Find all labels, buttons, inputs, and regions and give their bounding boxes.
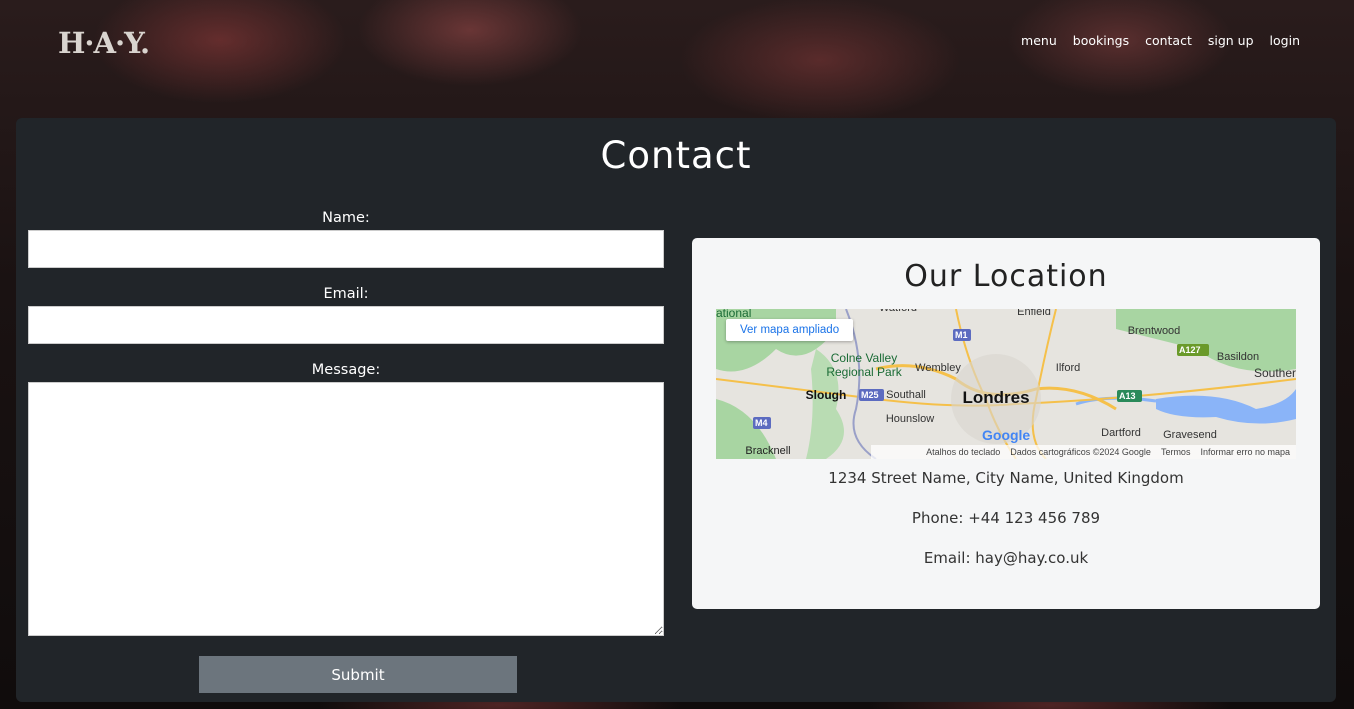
svg-text:A13: A13 [1119, 391, 1136, 401]
map-footer: Atalhos do teclado Dados cartográficos ©… [871, 445, 1296, 459]
map-place-label: Colne Valley [831, 351, 897, 365]
map-place-label: Hounslow [886, 413, 934, 425]
map-road-shield: M1 [953, 329, 971, 341]
nav-menu[interactable]: menu [1021, 33, 1057, 48]
svg-text:M25: M25 [861, 390, 879, 400]
map-report-link[interactable]: Informar erro no mapa [1200, 447, 1290, 457]
map-place-label: Gravesend [1163, 429, 1217, 441]
name-label: Name: [322, 210, 370, 226]
email-label: Email: [323, 286, 369, 302]
map-place-label: Wembley [915, 362, 961, 374]
map-shortcuts-link[interactable]: Atalhos do teclado [926, 447, 1000, 457]
map-data-credit: Dados cartográficos ©2024 Google [1010, 447, 1151, 457]
location-title: Our Location [904, 259, 1108, 294]
map-place-label: Regional Park [826, 365, 902, 379]
message-label: Message: [311, 362, 381, 378]
google-logo: Google [982, 427, 1031, 443]
map-road-shield: M25 [859, 389, 884, 401]
svg-text:M4: M4 [755, 418, 768, 428]
page-title: Contact [600, 134, 752, 177]
email-text: Email: hay@hay.co.uk [923, 549, 1089, 567]
map-place-label: Basildon [1217, 351, 1259, 363]
map-embed[interactable]: ationalWatfordEnfieldBrentwoodBasildonSo… [716, 309, 1296, 459]
map-place-label: Slough [806, 388, 847, 402]
map-place-label: Londres [962, 388, 1029, 407]
nav-login[interactable]: login [1270, 33, 1300, 48]
svg-text:M1: M1 [955, 330, 968, 340]
email-field[interactable] [28, 306, 664, 344]
enlarge-map-link[interactable]: Ver mapa ampliado [726, 319, 854, 341]
map-road-shield: M4 [753, 417, 771, 429]
main-nav: menu bookings contact sign up login [1021, 33, 1300, 48]
map-place-label: Watford [879, 309, 917, 314]
name-field[interactable] [28, 230, 664, 268]
location-card: Our Location ationalWatfordEnfieldBrentw… [692, 238, 1320, 609]
contact-form: Name: Email: Message: Submit [28, 208, 664, 693]
map-place-label: Ilford [1056, 362, 1080, 374]
map-terms-link[interactable]: Termos [1161, 447, 1191, 457]
map-place-label: Dartford [1101, 427, 1141, 439]
map-road-shield: A13 [1117, 390, 1142, 402]
map-place-label: Brentwood [1128, 325, 1181, 337]
phone-text: Phone: +44 123 456 789 [911, 509, 1101, 527]
address-text: 1234 Street Name, City Name, United King… [828, 469, 1184, 487]
svg-text:A127: A127 [1179, 345, 1201, 355]
nav-sign-up[interactable]: sign up [1208, 33, 1254, 48]
message-field[interactable] [28, 382, 664, 636]
map-place-label: Souther [1254, 366, 1296, 380]
nav-contact[interactable]: contact [1145, 33, 1192, 48]
nav-bookings[interactable]: bookings [1073, 33, 1129, 48]
map-place-label: Enfield [1017, 309, 1051, 318]
map-place-label: Bracknell [745, 445, 790, 457]
submit-button[interactable]: Submit [199, 656, 517, 693]
logo[interactable]: H·A·Y. [58, 26, 150, 60]
map-place-label: Southall [886, 389, 926, 401]
map-road-shield: A127 [1177, 344, 1209, 356]
contact-panel: Contact Name: Email: Message: Submit Our… [16, 118, 1336, 702]
